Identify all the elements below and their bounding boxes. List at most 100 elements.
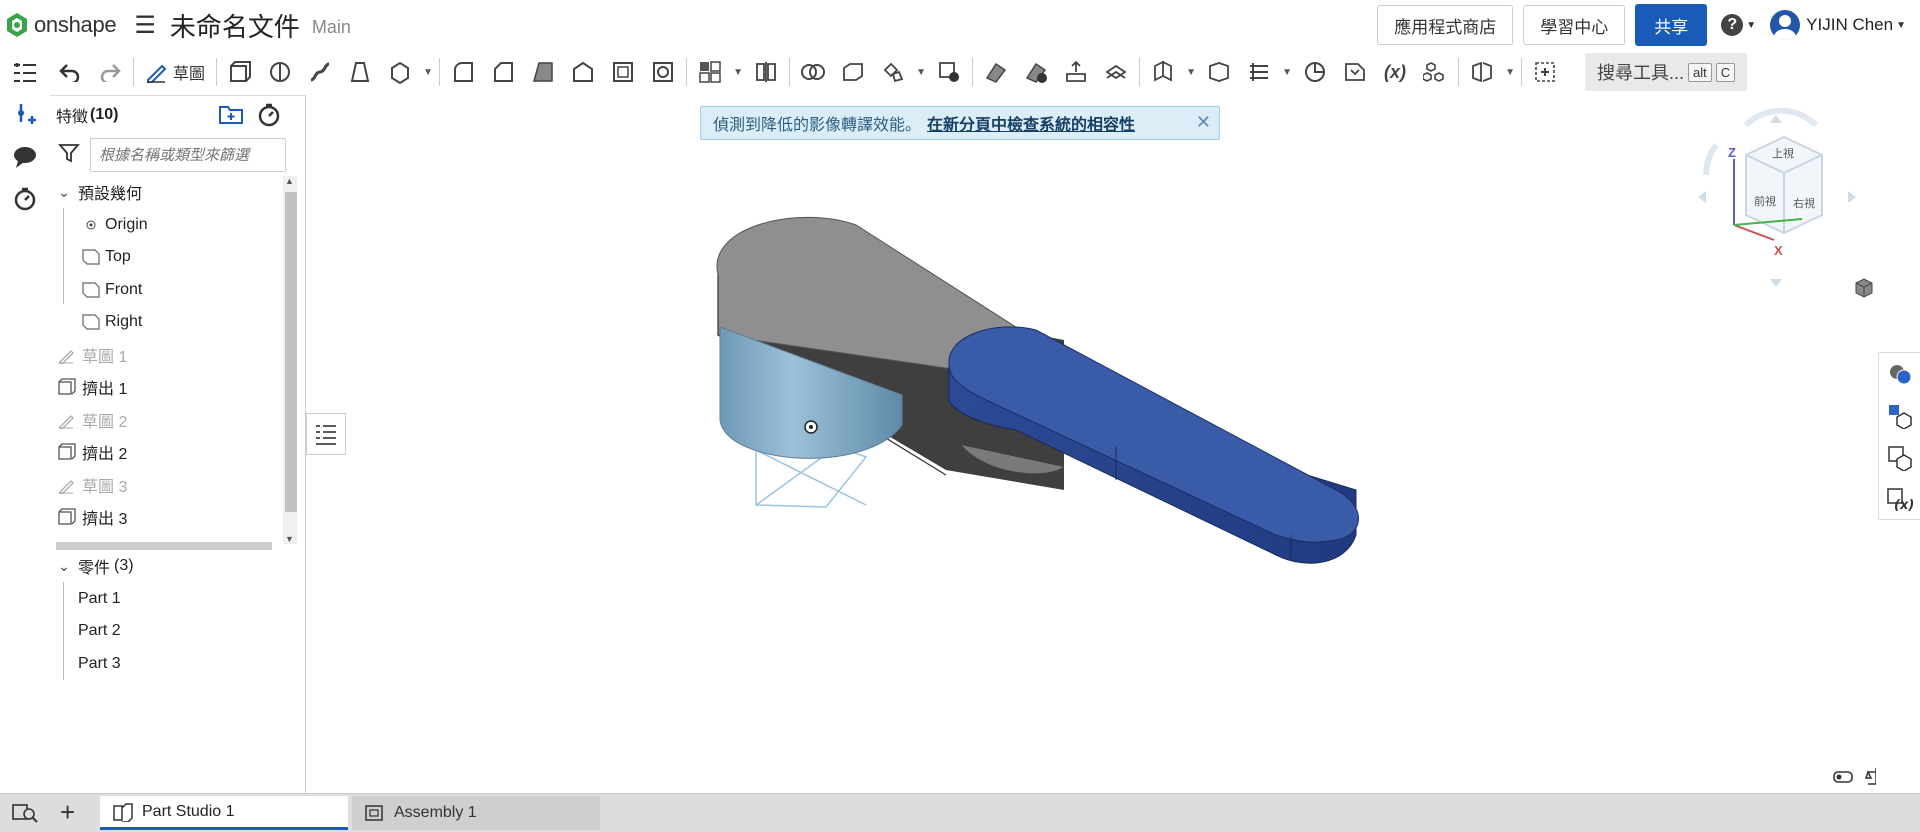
transform-icon[interactable]	[873, 53, 913, 91]
help-menu[interactable]: ? ▼	[1721, 14, 1756, 36]
draft-icon[interactable]	[523, 53, 563, 91]
thicken-icon[interactable]	[380, 53, 420, 91]
insert-icon[interactable]	[0, 94, 50, 136]
units-icon[interactable]	[1833, 771, 1853, 783]
search-tools-input[interactable]: 搜尋工具... alt C	[1585, 53, 1748, 91]
hole-icon[interactable]	[643, 53, 683, 91]
sketch-button[interactable]: 草圖	[137, 53, 213, 91]
menu-icon[interactable]: ☰	[134, 11, 156, 40]
tree-item-front-plane[interactable]: Front	[50, 274, 305, 307]
graphics-viewport[interactable]: 上視 前視 右視 Z X	[346, 95, 1889, 790]
shortcut-c: C	[1715, 62, 1736, 82]
shortcut-alt: alt	[1688, 62, 1712, 82]
chamfer-icon[interactable]	[483, 53, 523, 91]
tree-item-sketch-2[interactable]: 草圖 2	[50, 404, 305, 437]
tree-item-sketch-1[interactable]: 草圖 1	[50, 339, 305, 372]
delete-part-icon[interactable]	[929, 53, 969, 91]
tree-group-default-geometry[interactable]: ⌄ 預設幾何	[50, 176, 305, 209]
mirror-icon[interactable]	[746, 53, 786, 91]
onshape-logo[interactable]: onshape	[6, 12, 117, 38]
tree-item-extrude-3[interactable]: 擠出 3	[50, 501, 305, 534]
tab-manager-icon[interactable]	[12, 802, 38, 829]
chevron-down-icon[interactable]: ▼	[730, 67, 746, 78]
history-icon[interactable]	[0, 178, 50, 220]
shell-icon[interactable]	[603, 53, 643, 91]
section-view-icon[interactable]	[1462, 53, 1502, 91]
filter-icon[interactable]	[58, 142, 80, 169]
chevron-down-icon[interactable]: ⌄	[54, 558, 74, 575]
tree-item-extrude-2[interactable]: 擠出 2	[50, 436, 305, 469]
part-item-3[interactable]: Part 3	[50, 648, 305, 681]
replace-face-icon[interactable]	[1056, 53, 1096, 91]
redo-icon[interactable]	[90, 53, 130, 91]
scroll-up-icon[interactable]: ▲	[285, 176, 294, 186]
share-button[interactable]: 共享	[1635, 4, 1708, 46]
configurations-icon[interactable]	[1415, 53, 1455, 91]
undo-icon[interactable]	[50, 53, 90, 91]
tab-assembly-1[interactable]: Assembly 1	[352, 796, 600, 830]
plane-icon[interactable]	[1143, 53, 1183, 91]
sweep-icon[interactable]	[300, 53, 340, 91]
learning-center-button[interactable]: 學習中心	[1523, 5, 1626, 45]
extrude-icon[interactable]	[220, 53, 260, 91]
tree-item-sketch-3[interactable]: 草圖 3	[50, 469, 305, 502]
scroll-down-icon[interactable]: ▼	[285, 534, 294, 544]
view-cube[interactable]: 上視 前視 右視 Z X	[1698, 107, 1856, 287]
move-face-icon[interactable]	[976, 53, 1016, 91]
close-icon[interactable]: ✕	[1196, 112, 1211, 133]
add-custom-feature-icon[interactable]	[1525, 53, 1565, 91]
tab-part-studio-1[interactable]: Part Studio 1	[100, 796, 348, 830]
tree-item-extrude-1[interactable]: 擠出 1	[50, 371, 305, 404]
avatar	[1770, 10, 1801, 40]
app-store-button[interactable]: 應用程式商店	[1377, 5, 1514, 45]
boolean-icon[interactable]	[793, 53, 833, 91]
fillet-icon[interactable]	[443, 53, 483, 91]
part-item-2[interactable]: Part 2	[50, 615, 305, 648]
tree-item-origin[interactable]: Origin	[50, 209, 305, 242]
add-tab-icon[interactable]: +	[60, 797, 75, 828]
plane-icon	[82, 249, 100, 265]
mass-properties-icon[interactable]	[1864, 768, 1889, 785]
comment-icon[interactable]	[0, 136, 50, 178]
tree-item-top-plane[interactable]: Top	[50, 241, 305, 274]
part-item-1[interactable]: Part 1	[50, 583, 305, 616]
branch-name[interactable]: Main	[312, 17, 351, 38]
document-title[interactable]: 未命名文件	[170, 7, 300, 44]
view-cube-front-label: 前視	[1754, 194, 1776, 208]
variable-icon[interactable]: (x)	[1375, 53, 1415, 91]
tree-item-right-plane[interactable]: Right	[50, 306, 305, 339]
loft-icon[interactable]	[340, 53, 380, 91]
helix-icon[interactable]	[1239, 53, 1279, 91]
revolve-icon[interactable]	[260, 53, 300, 91]
scroll-thumb[interactable]	[285, 192, 297, 512]
chevron-down-icon[interactable]: ⌄	[54, 184, 74, 201]
chevron-down-icon[interactable]: ▼	[1502, 67, 1518, 78]
parts-group[interactable]: ⌄ 零件 (3)	[50, 550, 305, 583]
split-icon[interactable]	[833, 53, 873, 91]
chevron-down-icon[interactable]: ▼	[1279, 67, 1295, 78]
appearance-icon[interactable]	[1879, 353, 1920, 395]
mate-connector-icon[interactable]	[1199, 53, 1239, 91]
bom-icon[interactable]	[1879, 395, 1920, 437]
user-menu[interactable]: YIJIN Chen ▼	[1770, 10, 1906, 40]
measure-icon[interactable]	[1295, 53, 1335, 91]
delete-face-icon[interactable]	[1016, 53, 1056, 91]
chevron-down-icon[interactable]: ▼	[1183, 67, 1199, 78]
offset-surface-icon[interactable]	[1096, 53, 1136, 91]
horizontal-scrollbar[interactable]	[56, 542, 272, 550]
feature-filter-input[interactable]	[90, 138, 286, 172]
feature-list-icon[interactable]	[0, 52, 50, 94]
rollback-timer-icon[interactable]	[256, 102, 282, 133]
rib-icon[interactable]	[563, 53, 603, 91]
chevron-down-icon[interactable]: ▼	[913, 67, 929, 78]
add-folder-icon[interactable]	[218, 102, 244, 131]
compatibility-link[interactable]: 在新分頁中檢查系統的相容性	[927, 111, 1135, 135]
configurations-panel-icon[interactable]	[1879, 437, 1920, 479]
derived-icon[interactable]	[1335, 53, 1375, 91]
feature-tree-scrollbar[interactable]: ▲ ▼	[283, 176, 297, 544]
toggle-list-button[interactable]	[306, 413, 346, 455]
chevron-down-icon[interactable]: ▼	[420, 67, 436, 78]
pattern-icon[interactable]	[690, 53, 730, 91]
variables-table-icon[interactable]: (x)	[1879, 479, 1920, 521]
view-options-dropdown[interactable]	[1855, 278, 1886, 298]
